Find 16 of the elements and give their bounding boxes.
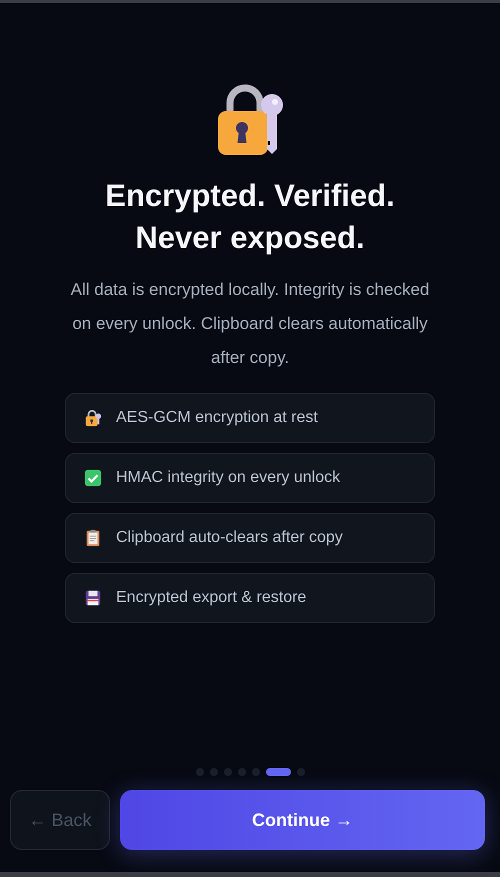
clipboard-icon <box>84 529 102 547</box>
page-dot[interactable] <box>252 768 260 776</box>
feature-label: AES-GCM encryption at rest <box>116 409 318 427</box>
continue-button[interactable]: Continue → <box>120 790 485 850</box>
feature-label: Encrypted export & restore <box>116 589 306 607</box>
feature-label: Clipboard auto-clears after copy <box>116 529 343 547</box>
checkmark-icon <box>84 469 102 487</box>
lock-key-icon <box>84 409 102 427</box>
page-dot[interactable] <box>210 768 218 776</box>
page-dot[interactable] <box>196 768 204 776</box>
feature-label: HMAC integrity on every unlock <box>116 469 340 487</box>
description: All data is encrypted locally. Integrity is checked on every unlock. Clipboard clears automatically after copy. <box>70 279 430 369</box>
page-dot[interactable] <box>224 768 232 776</box>
heading: Encrypted. Verified. Never exposed. <box>105 177 395 257</box>
page-dot[interactable] <box>238 768 246 776</box>
page-dot[interactable] <box>296 768 304 776</box>
